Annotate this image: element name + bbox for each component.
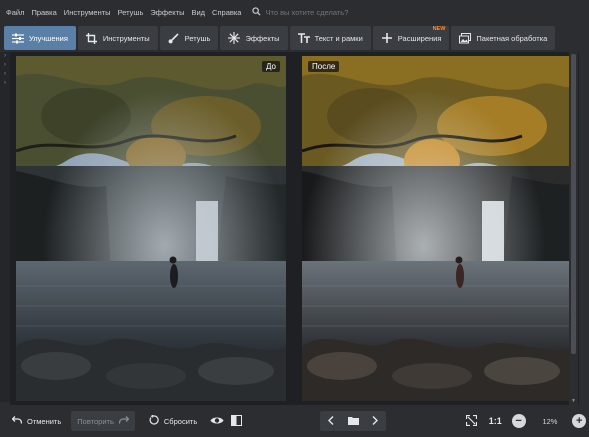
reset-label: Сбросить xyxy=(163,416,198,426)
menu-retouch[interactable]: Ретушь xyxy=(118,8,144,17)
tab-label: Ретушь xyxy=(184,33,211,43)
tab-label: Эффекты xyxy=(245,33,280,43)
image-navigation xyxy=(320,411,387,431)
undo-icon xyxy=(11,416,23,426)
menu-file[interactable]: Файл xyxy=(6,8,24,17)
tab-label: Пакетная обработка xyxy=(476,33,548,43)
batch-icon xyxy=(459,32,472,44)
tab-label: Расширения xyxy=(397,33,442,43)
tab-label: Инструменты xyxy=(102,33,150,43)
plus-icon: + xyxy=(572,414,587,428)
search-icon xyxy=(252,6,262,18)
compare-icon xyxy=(230,414,242,428)
photo-before-image xyxy=(16,56,286,401)
preview-toggle-button[interactable] xyxy=(207,411,226,431)
photo-before: До xyxy=(16,56,286,401)
menu-tools[interactable]: Инструменты xyxy=(64,8,111,17)
menu-view[interactable]: Вид xyxy=(191,8,205,17)
bottom-bar: Отменить Повторить Сбросить 1:1 − 12% + xyxy=(0,405,589,437)
brush-icon xyxy=(168,32,180,44)
menu-bar: Файл Правка Инструменты Ретушь Эффекты В… xyxy=(0,0,589,24)
tab-label: Текст и рамки xyxy=(314,33,363,43)
reset-icon xyxy=(149,414,159,427)
undo-button[interactable]: Отменить xyxy=(6,411,67,431)
folder-icon xyxy=(347,416,359,427)
minus-icon: − xyxy=(511,414,526,428)
tab-text-frames[interactable]: Текст и рамки xyxy=(289,26,371,50)
chevron-right-icon: › xyxy=(4,71,6,77)
scrollbar-thumb[interactable] xyxy=(571,54,576,354)
photo-after: После xyxy=(302,56,572,401)
redo-icon xyxy=(118,416,130,426)
main-toolbar: Улучшения Инструменты Ретушь Эффекты Тек… xyxy=(4,26,556,50)
split-compare-button[interactable] xyxy=(227,411,246,431)
menu-effects[interactable]: Эффекты xyxy=(150,8,184,17)
crop-icon xyxy=(86,32,98,44)
fit-to-screen-button[interactable] xyxy=(462,411,481,431)
actual-size-button[interactable]: 1:1 xyxy=(486,416,505,426)
text-icon xyxy=(297,32,310,44)
next-image-button[interactable] xyxy=(364,411,386,431)
sparkle-icon xyxy=(228,32,241,44)
prev-image-button[interactable] xyxy=(320,411,342,431)
scroll-down-arrow-icon[interactable]: ▼ xyxy=(569,398,578,404)
tab-batch[interactable]: Пакетная обработка xyxy=(451,26,556,50)
fit-screen-icon xyxy=(466,414,478,428)
undo-label: Отменить xyxy=(27,416,62,426)
chevron-left-icon xyxy=(328,415,334,427)
before-label: До xyxy=(262,61,280,72)
zoom-in-button[interactable]: + xyxy=(570,411,589,431)
vertical-scrollbar[interactable]: ▲ ▼ xyxy=(569,52,578,405)
search-input[interactable] xyxy=(265,7,386,17)
tab-extensions[interactable]: Расширения NEW xyxy=(372,26,450,50)
after-label: После xyxy=(308,61,340,72)
tab-label: Улучшения xyxy=(29,33,68,43)
menu-help[interactable]: Справка xyxy=(212,8,241,17)
photo-after-image xyxy=(302,56,572,401)
chevron-right-icon: › xyxy=(4,62,6,68)
menu-edit[interactable]: Правка xyxy=(31,8,56,17)
zoom-level: 12% xyxy=(542,416,558,426)
tab-enhancements[interactable]: Улучшения xyxy=(4,26,76,50)
zoom-out-button[interactable]: − xyxy=(509,411,528,431)
redo-button[interactable]: Повторить xyxy=(71,411,135,431)
open-folder-button[interactable] xyxy=(342,411,364,431)
collapsed-panel-strip[interactable]: › › › › xyxy=(0,52,10,402)
redo-label: Повторить xyxy=(77,416,114,426)
search-box xyxy=(252,6,386,18)
tab-effects[interactable]: Эффекты xyxy=(220,26,288,50)
reset-button[interactable]: Сбросить xyxy=(143,411,203,431)
sliders-icon xyxy=(12,32,24,44)
tab-retouch[interactable]: Ретушь xyxy=(159,26,219,50)
eye-icon xyxy=(210,416,224,427)
chevron-right-icon: › xyxy=(4,53,6,59)
chevron-right-icon xyxy=(372,415,379,427)
compare-canvas: До После xyxy=(10,52,579,405)
new-badge: NEW xyxy=(432,26,446,32)
tab-tools[interactable]: Инструменты xyxy=(77,26,158,50)
plus-icon xyxy=(381,32,393,44)
chevron-right-icon: › xyxy=(4,80,6,86)
